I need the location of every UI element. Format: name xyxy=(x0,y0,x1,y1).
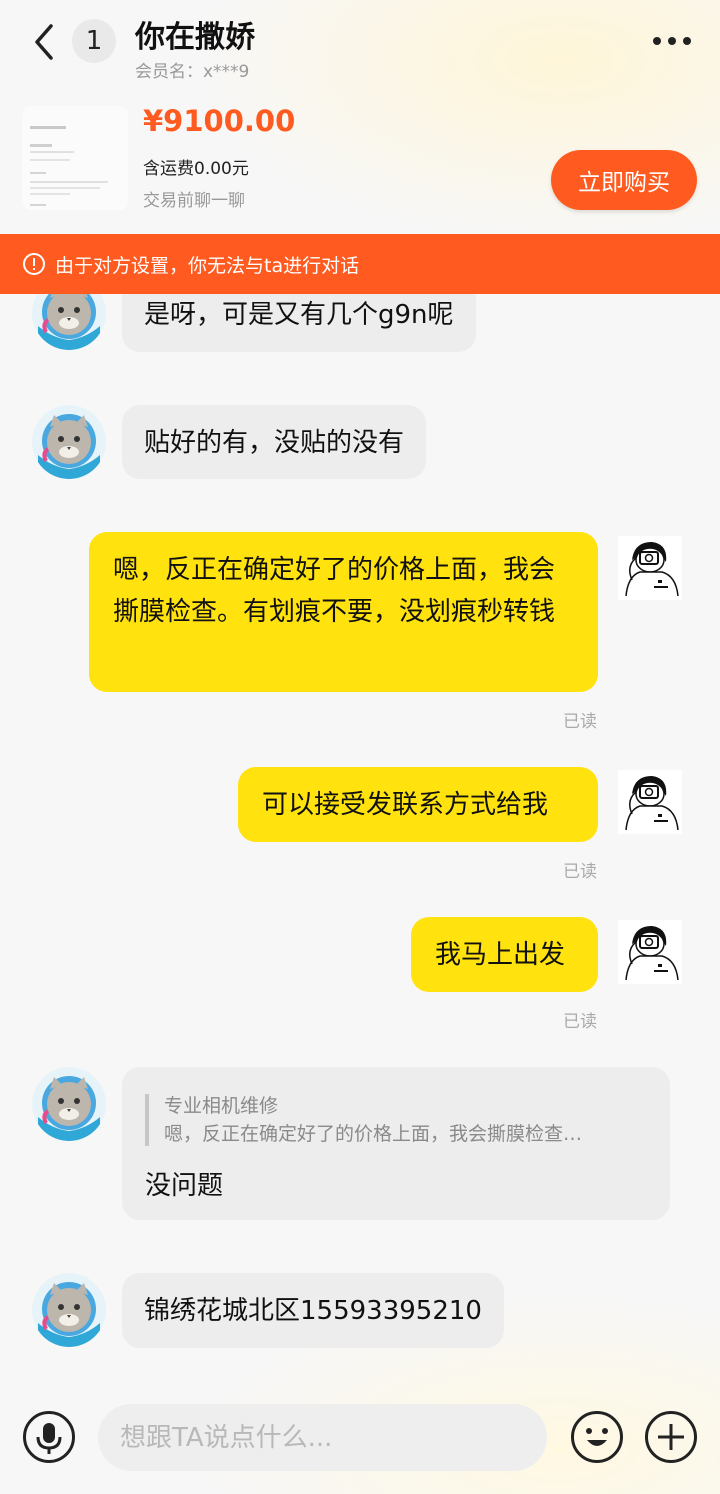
back-button[interactable] xyxy=(22,18,66,66)
contact-avatar[interactable] xyxy=(32,1273,106,1347)
message-text: 是呀，可是又有几个g9n呢 xyxy=(144,300,454,330)
more-dots-icon xyxy=(653,37,691,45)
message-text: 可以接受发联系方式给我 xyxy=(262,790,549,820)
unread-count-badge[interactable]: 1 xyxy=(72,19,116,63)
message-bubble[interactable]: 嗯，反正在确定好了的价格上面，我会撕膜检查。有划痕不要，没划痕秒转钱 xyxy=(89,532,598,692)
voice-button[interactable] xyxy=(22,1410,76,1464)
my-avatar[interactable] xyxy=(618,536,682,600)
quote-text: 嗯，反正在确定好了的价格上面，我会撕膜检查… xyxy=(164,1123,583,1145)
microphone-icon xyxy=(23,1411,75,1463)
plus-circle-icon xyxy=(645,1411,697,1463)
product-price: ¥9100.00 xyxy=(143,104,296,138)
my-avatar[interactable] xyxy=(618,770,682,834)
message-text: 我马上出发 xyxy=(435,940,566,970)
buy-now-button[interactable]: 立即购买 xyxy=(551,150,697,210)
more-actions-button[interactable] xyxy=(644,1410,698,1464)
message-text: 贴好的有，没贴的没有 xyxy=(144,428,405,458)
message-bubble[interactable]: 贴好的有，没贴的没有 xyxy=(122,405,427,479)
quote-message-bubble[interactable]: 专业相机维修 嗯，反正在确定好了的价格上面，我会撕膜检查… 没问题 xyxy=(122,1067,670,1220)
message-input[interactable] xyxy=(98,1404,547,1471)
contact-avatar[interactable] xyxy=(32,405,106,479)
member-name: 会员名：x***9 xyxy=(135,62,250,82)
message-text: 没问题 xyxy=(145,1171,224,1201)
warning-text: 由于对方设置，你无法与ta进行对话 xyxy=(55,255,360,277)
read-status: 已读 xyxy=(563,862,597,882)
emoji-button[interactable] xyxy=(570,1410,624,1464)
quote-author: 专业相机维修 xyxy=(164,1095,279,1117)
read-status: 已读 xyxy=(563,1012,597,1032)
message-bubble[interactable]: 锦绣花城北区15593395210 xyxy=(122,1273,504,1348)
warning-banner: 由于对方设置，你无法与ta进行对话 xyxy=(0,234,720,294)
trade-tip: 交易前聊一聊 xyxy=(143,191,245,211)
quote-divider xyxy=(145,1094,149,1146)
message-text: 嗯，反正在确定好了的价格上面，我会撕膜检查。有划痕不要，没划痕秒转钱 xyxy=(113,555,556,627)
warning-circle-icon xyxy=(23,253,45,275)
contact-avatar[interactable] xyxy=(32,1067,106,1141)
more-button[interactable] xyxy=(648,24,696,58)
background xyxy=(0,0,720,1494)
chat-title: 你在撒娇 xyxy=(135,20,255,55)
shipping-fee: 含运费0.00元 xyxy=(143,159,249,179)
read-status: 已读 xyxy=(563,712,597,732)
my-avatar[interactable] xyxy=(618,920,682,984)
message-bubble[interactable]: 我马上出发 xyxy=(411,917,598,992)
emoji-face-icon xyxy=(571,1411,623,1463)
message-text: 锦绣花城北区15593395210 xyxy=(144,1296,482,1326)
back-arrow-icon xyxy=(35,24,53,60)
product-thumbnail[interactable] xyxy=(22,106,128,210)
message-bubble[interactable]: 可以接受发联系方式给我 xyxy=(238,767,598,842)
